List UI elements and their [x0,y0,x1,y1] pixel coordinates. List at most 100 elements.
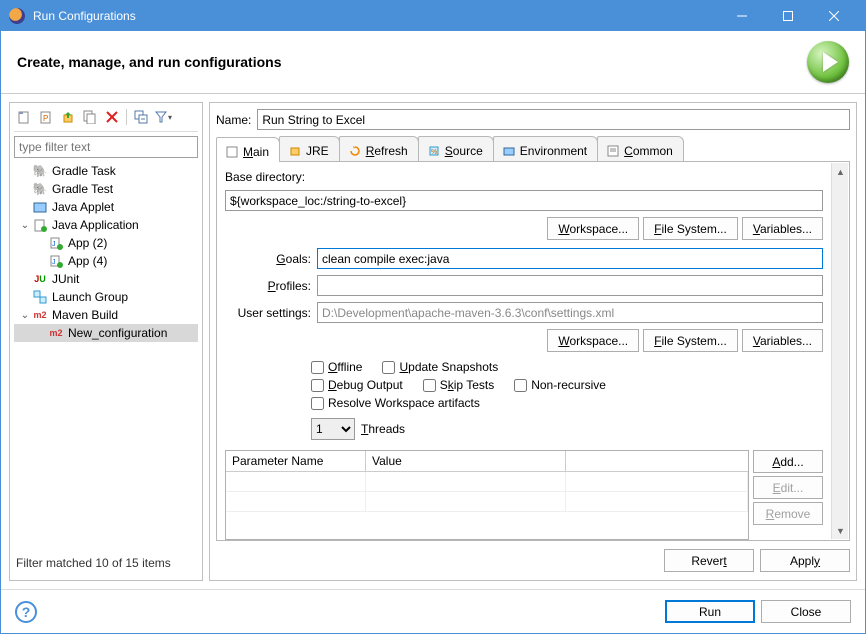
threads-label: Threads [361,422,405,436]
usersettings-input[interactable] [317,302,823,323]
goals-label: Goals: [225,252,311,266]
minimize-button[interactable] [719,1,765,31]
workspace-button-2[interactable]: Workspace... [547,329,639,352]
config-tree[interactable]: 🐘Gradle Task 🐘Gradle Test Java Applet ⌄J… [14,162,198,550]
tabstrip: Main JRE Refresh %Source Environment Com… [216,136,850,162]
delete-button[interactable] [102,107,122,127]
tree-item-app-4[interactable]: JApp (4) [14,252,198,270]
svg-text:J: J [52,259,56,266]
junit-icon: JU [32,271,48,287]
base-dir-label: Base directory: [225,170,305,184]
offline-check[interactable]: Offline [311,360,362,374]
window-titlebar: Run Configurations [1,1,865,31]
collapse-all-button[interactable] [131,107,151,127]
tree-item-gradle-task[interactable]: 🐘Gradle Task [14,162,198,180]
param-edit-button[interactable]: Edit... [753,476,823,499]
export-button[interactable] [58,107,78,127]
refresh-tab-icon [348,144,362,158]
resolve-workspace-check[interactable]: Resolve Workspace artifacts [311,396,480,410]
expand-toggle[interactable]: ⌄ [18,310,32,321]
duplicate-button[interactable] [80,107,100,127]
tab-common[interactable]: Common [597,136,684,161]
variables-button-2[interactable]: Variables... [742,329,823,352]
tree-filter-input[interactable] [14,136,198,158]
gradle-icon: 🐘 [32,163,48,179]
tab-jre[interactable]: JRE [279,136,340,161]
source-tab-icon: % [427,144,441,158]
base-dir-input[interactable] [225,190,823,211]
vertical-scrollbar[interactable]: ▲▼ [831,163,848,539]
tree-item-java-applet[interactable]: Java Applet [14,198,198,216]
tab-source[interactable]: %Source [418,136,494,161]
tree-toolbar: P ▾ [14,107,198,132]
new-prototype-button[interactable]: P [36,107,56,127]
config-tree-pane: P ▾ 🐘Gradle Task 🐘Gradle Test Java Apple… [9,102,203,581]
eclipse-icon [9,8,25,24]
table-row[interactable] [226,492,748,512]
filesystem-button-1[interactable]: File System... [643,217,738,240]
threads-select[interactable]: 1 [311,418,355,440]
maximize-button[interactable] [765,1,811,31]
tree-item-maven-build[interactable]: ⌄m2Maven Build [14,306,198,324]
workspace-button-1[interactable]: Workspace... [547,217,639,240]
filter-button[interactable]: ▾ [153,107,173,127]
run-icon [807,41,849,83]
col-extra[interactable] [566,451,748,471]
gradle-icon: 🐘 [32,181,48,197]
goals-input[interactable] [317,248,823,269]
javaapp-run-icon: J [48,235,64,251]
update-snapshots-check[interactable]: Update Snapshots [382,360,498,374]
non-recursive-check[interactable]: Non-recursive [514,378,606,392]
close-button[interactable]: Close [761,600,851,623]
name-label: Name: [216,113,251,127]
profiles-input[interactable] [317,275,823,296]
profiles-label: Profiles: [225,279,311,293]
table-row[interactable] [226,472,748,492]
tab-refresh[interactable]: Refresh [339,136,419,161]
dialog-header: Create, manage, and run configurations [1,31,865,94]
common-tab-icon [606,144,620,158]
tree-item-java-application[interactable]: ⌄Java Application [14,216,198,234]
col-value[interactable]: Value [366,451,566,471]
dialog-headline: Create, manage, and run configurations [17,54,807,70]
new-config-button[interactable] [14,107,34,127]
filesystem-button-2[interactable]: File System... [643,329,738,352]
param-add-button[interactable]: Add... [753,450,823,473]
variables-button-1[interactable]: Variables... [742,217,823,240]
close-window-button[interactable] [811,1,857,31]
applet-icon [32,199,48,215]
tab-main-body: ▲▼ Base directory: Workspace... File Sys… [216,162,850,541]
param-remove-button[interactable]: Remove [753,502,823,525]
tree-item-app-2[interactable]: JApp (2) [14,234,198,252]
svg-text:J: J [52,241,56,248]
config-editor-pane: Name: Main JRE Refresh %Source Environme… [209,102,857,581]
maven-icon: m2 [48,325,64,341]
debug-output-check[interactable]: Debug Output [311,378,403,392]
environment-tab-icon [502,144,516,158]
main-tab-icon [225,145,239,159]
javaapp-icon [32,217,48,233]
usersettings-label: User settings: [225,306,311,320]
dialog-footer: ? Run Close [1,589,865,633]
run-button[interactable]: Run [665,600,755,623]
revert-button[interactable]: Revert [664,549,754,572]
tab-main[interactable]: Main [216,137,280,162]
tree-item-new-configuration[interactable]: m2New_configuration [14,324,198,342]
tree-item-launch-group[interactable]: Launch Group [14,288,198,306]
tab-environment[interactable]: Environment [493,136,598,161]
svg-text:P: P [43,114,48,123]
expand-toggle[interactable]: ⌄ [18,220,32,231]
launch-group-icon [32,289,48,305]
svg-text:%: % [431,149,437,156]
help-icon[interactable]: ? [15,601,37,623]
skip-tests-check[interactable]: Skip Tests [423,378,494,392]
javaapp-run-icon: J [48,253,64,269]
parameters-table[interactable]: Parameter Name Value [225,450,749,540]
tree-item-gradle-test[interactable]: 🐘Gradle Test [14,180,198,198]
config-name-input[interactable] [257,109,850,130]
jre-tab-icon [288,144,302,158]
col-parameter-name[interactable]: Parameter Name [226,451,366,471]
apply-button[interactable]: Apply [760,549,850,572]
tree-item-junit[interactable]: JUJUnit [14,270,198,288]
filter-match-status: Filter matched 10 of 15 items [14,550,198,576]
